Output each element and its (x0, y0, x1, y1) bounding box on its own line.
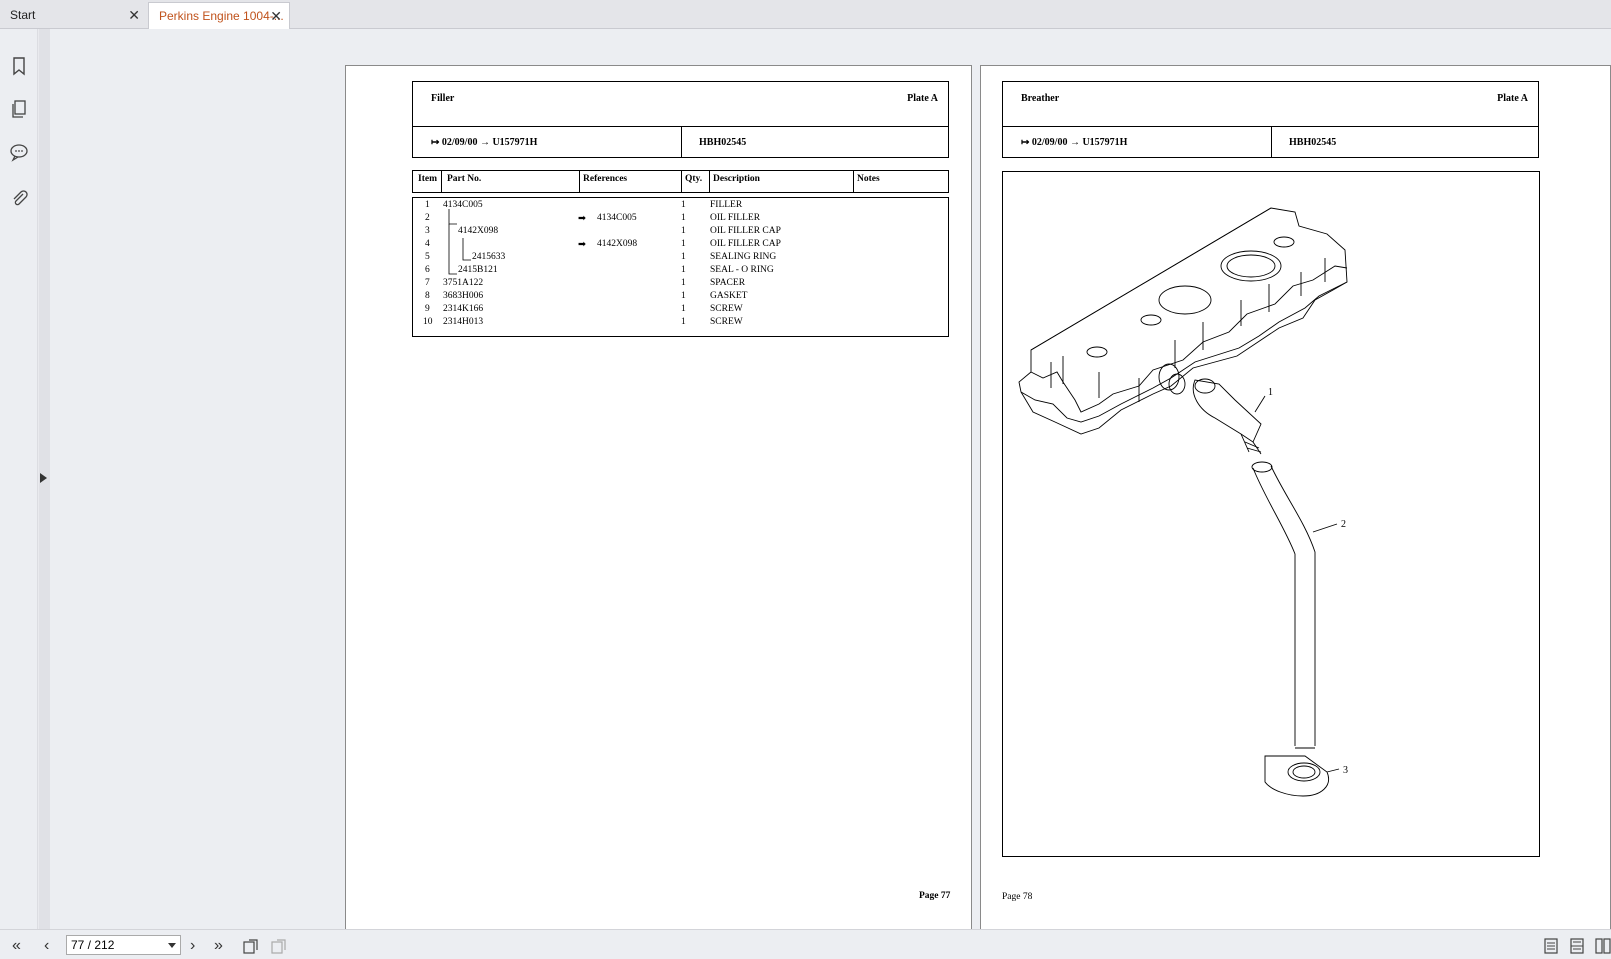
attachment-icon[interactable] (9, 188, 29, 208)
page-number: Page 78 (1002, 892, 1033, 902)
callout-3: 3 (1343, 765, 1348, 776)
rotate-page-icon[interactable] (242, 937, 260, 955)
catalog-code: HBH02545 (1289, 137, 1337, 148)
table-row[interactable]: 6 2415B121 1 SEAL - O RING (413, 265, 948, 278)
page-number-input[interactable]: 77 / 212 (66, 935, 181, 955)
continuous-view-icon[interactable] (1569, 938, 1585, 954)
page-header: Breather Plate A ↦ 02/09/00 → U157971H H… (1002, 81, 1539, 158)
serial-range: ↦ 02/09/00 → U157971H (431, 137, 538, 148)
first-page-icon[interactable]: « (12, 937, 21, 955)
plate-label: Plate A (1497, 93, 1528, 104)
col-item: Item (418, 174, 437, 184)
extract-page-icon[interactable] (270, 937, 288, 955)
col-description: Description (713, 174, 760, 184)
left-toolbar (0, 29, 38, 929)
callout-2: 2 (1341, 519, 1346, 530)
table-row[interactable]: 1 4134C005 1 FILLER (413, 200, 948, 213)
expand-panel-icon[interactable] (40, 473, 47, 483)
tab-document[interactable]: Perkins Engine 1004-... ✕ (148, 2, 290, 29)
col-qty: Qty. (685, 174, 703, 184)
single-page-view-icon[interactable] (1543, 938, 1559, 954)
page-indicator: 77 / 212 (71, 938, 115, 952)
close-icon[interactable]: ✕ (270, 3, 282, 30)
page-78: Breather Plate A ↦ 02/09/00 → U157971H H… (980, 65, 1611, 954)
next-page-icon[interactable]: › (190, 937, 195, 955)
exploded-diagram: 1 2 3 (1002, 171, 1540, 857)
table-row[interactable]: 10 2314H013 1 SCREW (413, 317, 948, 330)
table-header: Item Part No. References Qty. Descriptio… (412, 170, 949, 193)
col-part: Part No. (447, 174, 482, 184)
last-page-icon[interactable]: » (214, 937, 223, 955)
bookmark-icon[interactable] (9, 56, 29, 76)
close-icon[interactable]: ✕ (128, 2, 140, 29)
page-header: Filler Plate A ↦ 02/09/00 → U157971H HBH… (412, 81, 949, 158)
col-notes: Notes (857, 174, 880, 184)
col-references: References (583, 174, 628, 184)
section-title: Breather (1021, 93, 1060, 104)
chevron-down-icon[interactable] (168, 943, 176, 948)
breather-illustration: 1 2 3 (1018, 207, 1348, 797)
callout-1: 1 (1268, 387, 1273, 398)
section-title: Filler (431, 93, 455, 104)
ref-arrow-icon: ➡ (578, 240, 586, 250)
tab-bar: Start ✕ Perkins Engine 1004-... ✕ (0, 0, 1611, 29)
tab-label: Perkins Engine 1004-... (159, 9, 284, 23)
table-row[interactable]: 4 ➡ 4142X098 1 OIL FILLER CAP (413, 239, 948, 252)
table-row[interactable]: 2 ➡ 4134C005 1 OIL FILLER (413, 213, 948, 226)
comment-icon[interactable] (9, 142, 29, 162)
prev-page-icon[interactable]: ‹ (44, 937, 49, 955)
page-77: Filler Plate A ↦ 02/09/00 → U157971H HBH… (345, 65, 972, 954)
ref-arrow-icon: ➡ (578, 214, 586, 224)
page-number: Page 77 (919, 891, 951, 901)
table-row[interactable]: 9 2314K166 1 SCREW (413, 304, 948, 317)
serial-range: ↦ 02/09/00 → U157971H (1021, 137, 1128, 148)
pages-icon[interactable] (9, 99, 29, 119)
table-row[interactable]: 3 4142X098 1 OIL FILLER CAP (413, 226, 948, 239)
table-row[interactable]: 8 3683H006 1 GASKET (413, 291, 948, 304)
table-row[interactable]: 7 3751A122 1 SPACER (413, 278, 948, 291)
plate-label: Plate A (907, 93, 938, 104)
tab-start[interactable]: Start ✕ (0, 2, 147, 29)
parts-table: 1 4134C005 1 FILLER 2 ➡ 4134C005 1 OIL F… (412, 197, 949, 337)
table-row[interactable]: 5 2415633 1 SEALING RING (413, 252, 948, 265)
bottom-toolbar: « ‹ 77 / 212 › » (0, 929, 1611, 959)
document-viewer[interactable]: Filler Plate A ↦ 02/09/00 → U157971H HBH… (50, 29, 1611, 954)
two-page-view-icon[interactable] (1595, 938, 1611, 954)
catalog-code: HBH02545 (699, 137, 747, 148)
tab-label: Start (10, 8, 36, 22)
